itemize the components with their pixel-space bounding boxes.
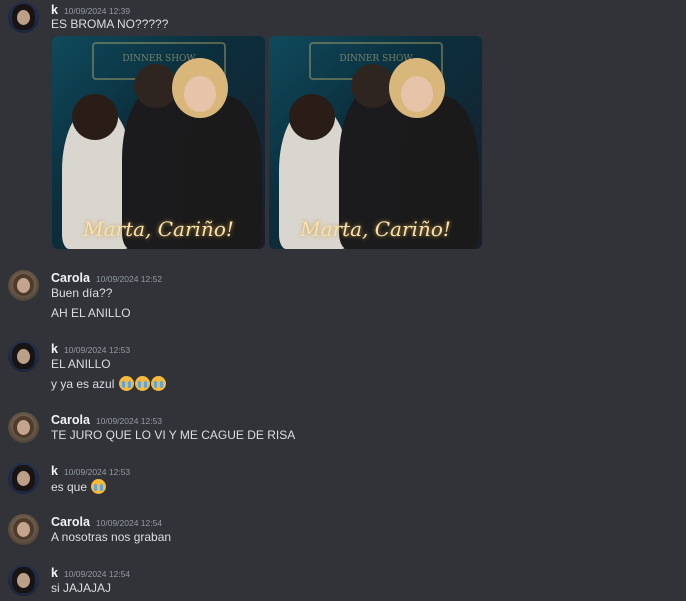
timestamp: 10/09/2024 12:53	[63, 345, 131, 355]
image-gallery: DINNER SHOW Marta, Cariño! DINNER SHOW M…	[52, 36, 483, 249]
timestamp: 10/09/2024 12:53	[63, 467, 131, 477]
author-name[interactable]: k	[51, 3, 58, 17]
image-caption: Marta, Cariño!	[83, 217, 234, 241]
image-attachment[interactable]: DINNER SHOW Marta, Cariño!	[269, 36, 482, 249]
avatar[interactable]	[8, 270, 39, 301]
message-text: Buen día??	[51, 286, 113, 300]
avatar[interactable]	[8, 2, 39, 33]
message-header: Carola 10/09/2024 12:52	[51, 269, 162, 287]
message-text: si JAJAJAJ	[51, 581, 112, 595]
timestamp: 10/09/2024 12:54	[63, 569, 131, 579]
avatar[interactable]	[8, 412, 39, 443]
timestamp: 10/09/2024 12:54	[95, 518, 163, 528]
message-text-with-emoji: y ya es azul	[51, 376, 166, 391]
avatar[interactable]	[8, 565, 39, 596]
message-text: ES BROMA NO?????	[51, 17, 169, 31]
message-header: k 10/09/2024 12:54	[51, 564, 130, 582]
avatar[interactable]	[8, 463, 39, 494]
message-header: Carola 10/09/2024 12:53	[51, 411, 162, 429]
message-header: k 10/09/2024 12:53	[51, 462, 130, 480]
author-name[interactable]: k	[51, 566, 58, 580]
message-text: TE JURO QUE LO VI Y ME CAGUE DE RISA	[51, 428, 296, 442]
message-header: k 10/09/2024 12:53	[51, 340, 130, 358]
message-text: es que	[51, 480, 88, 494]
avatar[interactable]	[8, 341, 39, 372]
author-name[interactable]: Carola	[51, 271, 90, 285]
author-name[interactable]: k	[51, 342, 58, 356]
message-header: Carola 10/09/2024 12:54	[51, 513, 162, 531]
message-text: AH EL ANILLO	[51, 306, 131, 320]
person-face	[184, 76, 216, 112]
timestamp: 10/09/2024 12:53	[95, 416, 163, 426]
message-text-with-emoji: es que	[51, 479, 107, 494]
avatar[interactable]	[8, 514, 39, 545]
loudly-crying-face-emoji	[150, 376, 166, 391]
message-text: y ya es azul	[51, 377, 115, 391]
author-name[interactable]: k	[51, 464, 58, 478]
author-name[interactable]: Carola	[51, 413, 90, 427]
message-text: A nosotras nos graban	[51, 530, 172, 544]
message-text: EL ANILLO	[51, 357, 111, 371]
loudly-crying-face-emoji	[134, 376, 150, 391]
author-name[interactable]: Carola	[51, 515, 90, 529]
person-head	[72, 94, 118, 140]
timestamp: 10/09/2024 12:52	[95, 274, 163, 284]
image-caption: Marta, Cariño!	[300, 217, 451, 241]
person-head	[289, 94, 335, 140]
person-face	[401, 76, 433, 112]
loudly-crying-face-emoji	[118, 376, 134, 391]
image-attachment[interactable]: DINNER SHOW Marta, Cariño!	[52, 36, 265, 249]
timestamp: 10/09/2024 12:39	[63, 6, 131, 16]
loudly-crying-face-emoji	[91, 479, 107, 494]
